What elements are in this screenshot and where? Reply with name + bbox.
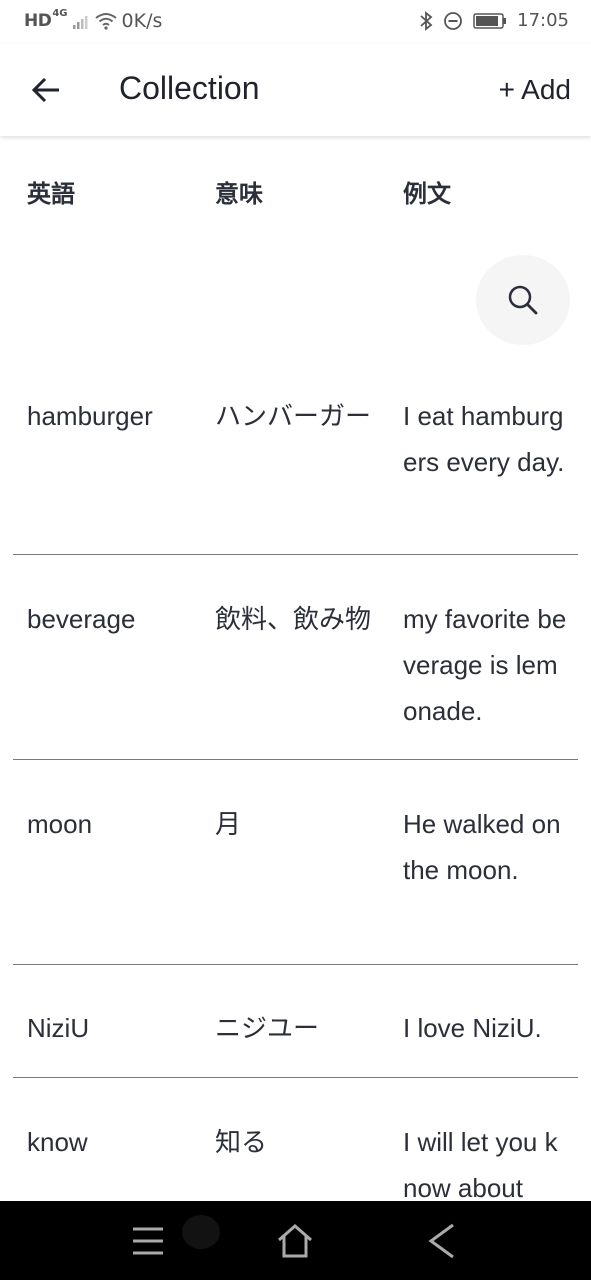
cell-meaning: 月 bbox=[215, 809, 242, 839]
cell-english: hamburger bbox=[27, 401, 153, 431]
nav-menu-button[interactable] bbox=[124, 1219, 172, 1263]
cell-meaning: ハンバーガー bbox=[215, 401, 372, 431]
table-row[interactable]: beverage 飲料、飲み物 my favorite beverage is … bbox=[13, 555, 578, 760]
network-label: HD bbox=[24, 11, 52, 31]
cell-example: I eat hamburgers every day. bbox=[403, 401, 565, 477]
status-right: 17:05 bbox=[419, 10, 569, 31]
app-bar: Collection + Add bbox=[0, 44, 591, 136]
table-row[interactable]: hamburger ハンバーガー I eat hamburgers every … bbox=[13, 345, 578, 555]
battery-icon bbox=[473, 12, 507, 29]
signal-icon bbox=[72, 16, 88, 29]
wifi-icon bbox=[94, 13, 117, 30]
home-icon bbox=[278, 1224, 312, 1258]
back-triangle-icon bbox=[428, 1223, 454, 1259]
clock: 17:05 bbox=[517, 10, 569, 31]
nav-back-button[interactable] bbox=[418, 1219, 466, 1263]
cell-english: NiziU bbox=[27, 1013, 90, 1043]
do-not-disturb-icon bbox=[444, 11, 463, 30]
cell-example: I love NiziU. bbox=[403, 1013, 542, 1043]
cell-english: moon bbox=[27, 809, 93, 839]
table-row[interactable]: moon 月 He walked on the moon. bbox=[13, 760, 578, 965]
back-button[interactable] bbox=[20, 68, 72, 112]
page-title: Collection bbox=[119, 70, 260, 106]
cell-example: I will let you know about bbox=[403, 1127, 558, 1203]
cell-example: He walked on the moon. bbox=[403, 809, 561, 885]
cell-meaning: 知る bbox=[215, 1127, 268, 1157]
bluetooth-icon bbox=[420, 10, 433, 31]
network-type-label: 4G bbox=[52, 7, 68, 19]
search-button[interactable] bbox=[476, 255, 570, 345]
status-bar: HD 4G 0K/s 17:05 bbox=[0, 0, 591, 44]
menu-icon bbox=[133, 1227, 163, 1255]
header-meaning: 意味 bbox=[215, 180, 263, 208]
table-header: 英語 意味 例文 bbox=[0, 136, 591, 246]
floating-dot[interactable] bbox=[182, 1215, 220, 1249]
network-speed: 0K/s bbox=[121, 10, 163, 32]
table-row[interactable]: NiziU ニジユー I love NiziU. bbox=[13, 965, 578, 1078]
cell-meaning: ニジユー bbox=[215, 1013, 320, 1043]
header-example: 例文 bbox=[403, 180, 451, 208]
nav-home-button[interactable] bbox=[271, 1219, 319, 1263]
navigation-bar bbox=[0, 1201, 591, 1280]
header-english: 英語 bbox=[27, 180, 75, 208]
status-left: HD 4G 0K/s bbox=[24, 7, 163, 33]
cell-english: know bbox=[27, 1127, 88, 1157]
cell-meaning: 飲料、飲み物 bbox=[215, 604, 372, 634]
arrow-left-icon bbox=[31, 77, 59, 103]
add-button[interactable]: + Add bbox=[499, 74, 571, 106]
cell-example: my favorite beverage is lemonade. bbox=[403, 604, 567, 726]
cell-english: beverage bbox=[27, 604, 136, 634]
search-icon bbox=[508, 285, 538, 315]
word-list: hamburger ハンバーガー I eat hamburgers every … bbox=[0, 345, 591, 1238]
